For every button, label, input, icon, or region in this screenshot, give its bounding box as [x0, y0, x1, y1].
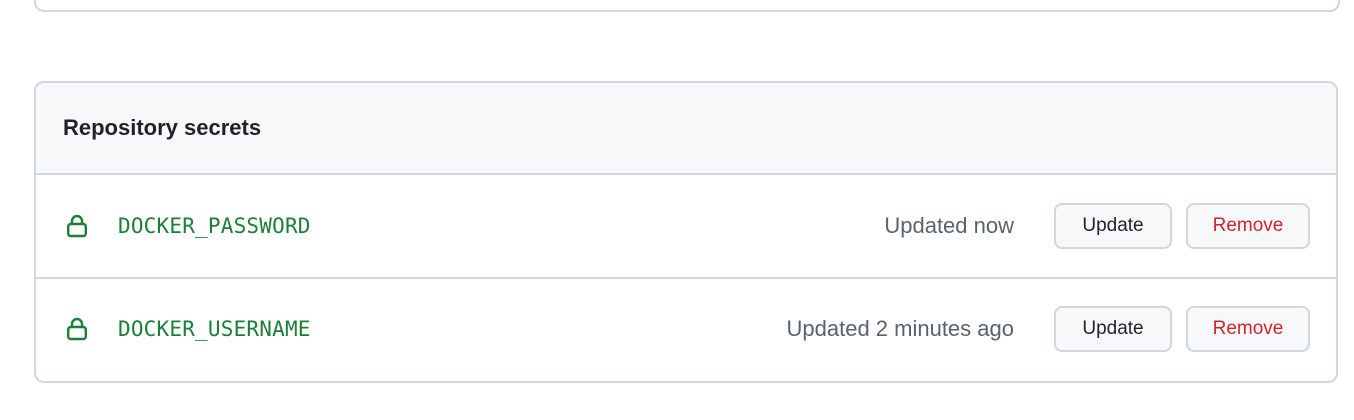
- repository-secrets-panel: Repository secrets DOCKER_PASSWORD Updat…: [34, 81, 1338, 383]
- panel-header: Repository secrets: [36, 83, 1336, 175]
- remove-button[interactable]: Remove: [1186, 203, 1310, 249]
- updated-timestamp: Updated 2 minutes ago: [786, 316, 1015, 341]
- secret-name: DOCKER_USERNAME: [118, 317, 311, 341]
- updated-timestamp: Updated now: [884, 213, 1014, 238]
- panel-title: Repository secrets: [63, 115, 262, 140]
- update-button[interactable]: Update: [1054, 203, 1172, 249]
- update-button[interactable]: Update: [1054, 306, 1172, 352]
- secret-row: DOCKER_PASSWORD Updated now Update Remov…: [36, 175, 1336, 277]
- previous-section-box: [34, 0, 1340, 12]
- secret-row: DOCKER_USERNAME Updated 2 minutes ago Up…: [36, 277, 1336, 379]
- secret-name: DOCKER_PASSWORD: [118, 214, 311, 238]
- remove-button[interactable]: Remove: [1186, 306, 1310, 352]
- lock-icon: [67, 214, 88, 238]
- lock-icon: [67, 317, 88, 341]
